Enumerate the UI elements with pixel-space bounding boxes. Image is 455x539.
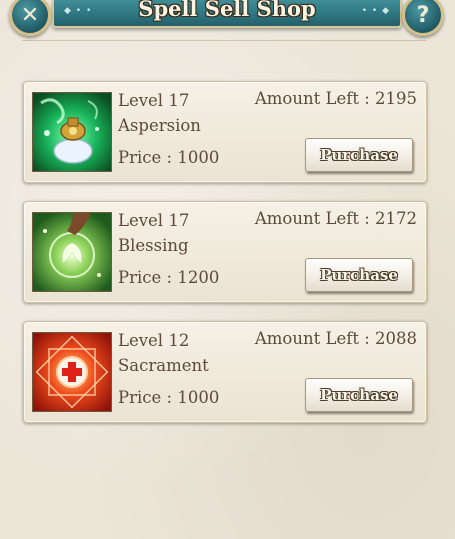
spell-name: Sacrament	[118, 356, 209, 375]
sacrament-icon	[32, 332, 112, 412]
spell-amount-left: Amount Left : 2195	[254, 89, 417, 108]
spell-card-blessing: Level 17 Blessing Price : 1200 Amount Le…	[23, 201, 427, 303]
spell-card-aspersion: Level 17 Aspersion Price : 1000 Amount L…	[23, 81, 427, 183]
blessing-icon	[32, 212, 112, 292]
spell-amount-left: Amount Left : 2088	[254, 329, 417, 348]
spell-name: Aspersion	[118, 116, 201, 135]
spell-price: Price : 1000	[118, 148, 220, 167]
spell-level: Level 17	[118, 211, 190, 230]
spell-price: Price : 1200	[118, 268, 220, 287]
purchase-button[interactable]: Purchase	[305, 378, 413, 412]
purchase-button[interactable]: Purchase	[305, 258, 413, 292]
spell-amount-left: Amount Left : 2172	[254, 209, 417, 228]
help-button[interactable]: ?	[402, 0, 444, 36]
spell-name: Blessing	[118, 236, 189, 255]
spell-level: Level 17	[118, 91, 190, 110]
close-icon: ✕	[20, 2, 40, 28]
purchase-button[interactable]: Purchase	[305, 138, 413, 172]
banner-ornament-right: • • ◆	[361, 6, 390, 16]
page-title: Spell Sell Shop	[138, 0, 316, 21]
help-icon: ?	[416, 2, 430, 28]
close-button[interactable]: ✕	[9, 0, 51, 36]
aspersion-icon	[32, 92, 112, 172]
spell-level: Level 12	[118, 331, 190, 350]
spell-price: Price : 1000	[118, 388, 220, 407]
header-divider	[22, 40, 426, 41]
spell-card-sacrament: Level 12 Sacrament Price : 1000 Amount L…	[23, 321, 427, 423]
header-banner: ◆ • • Spell Sell Shop • • ◆	[52, 0, 402, 28]
